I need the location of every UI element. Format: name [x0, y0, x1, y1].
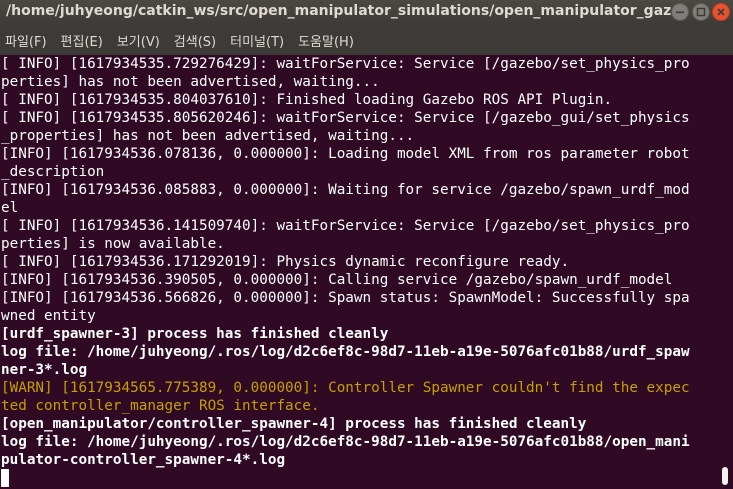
maximize-button[interactable]: [692, 3, 710, 21]
menu-edit[interactable]: 편집(E): [60, 31, 104, 50]
close-button[interactable]: [712, 3, 730, 21]
terminal-line: [INFO] [1617934536.390505, 0.000000]: Ca…: [1, 272, 673, 288]
terminal-line: [ INFO] [1617934536.171292019]: Physics …: [1, 254, 570, 270]
terminal-line: el: [1, 200, 19, 216]
terminal-line-process-finished: [open_manipulator/controller_spawner-4] …: [1, 416, 587, 432]
menu-search[interactable]: 검색(S): [173, 31, 217, 50]
minimize-icon: [676, 11, 684, 14]
scrollbar[interactable]: [718, 55, 733, 489]
scrollbar-thumb[interactable]: [722, 467, 728, 485]
title-bar[interactable]: /home/juhyeong/catkin_ws/src/open_manipu…: [0, 0, 733, 25]
terminal-line: [INFO] [1617934536.085883, 0.000000]: Wa…: [1, 182, 690, 198]
menu-terminal[interactable]: 터미널(T): [229, 31, 285, 50]
window-title: /home/juhyeong/catkin_ws/src/open_manipu…: [6, 3, 671, 19]
minimize-button[interactable]: [671, 3, 689, 21]
menu-help[interactable]: 도움말(H): [297, 31, 355, 50]
terminal-line: [ INFO] [1617934536.141509740]: waitForS…: [1, 218, 690, 234]
terminal-line: wned entity: [1, 308, 96, 324]
terminal-line: perties] has not been advertised, waitin…: [1, 74, 380, 90]
menu-view[interactable]: 보기(V): [116, 31, 161, 50]
terminal-line: _properties] has not been advertised, wa…: [1, 128, 415, 144]
terminal-line: [INFO] [1617934536.078136, 0.000000]: Lo…: [1, 146, 690, 162]
terminal-line-log-file: pulator-controller_spawner-4*.log: [1, 452, 286, 468]
terminal-line-warning: ted controller_manager ROS interface.: [1, 398, 320, 414]
terminal-line-process-finished: [urdf_spawner-3] process has finished cl…: [1, 326, 389, 342]
menu-file[interactable]: 파일(F): [4, 31, 48, 50]
maximize-icon: [696, 7, 706, 17]
terminal-line-log-file: ner-3*.log: [1, 362, 88, 378]
menu-bar: 파일(F) 편집(E) 보기(V) 검색(S) 터미널(T) 도움말(H): [0, 25, 733, 55]
close-icon: [717, 8, 725, 16]
terminal-line: [ INFO] [1617934535.804037610]: Finished…: [1, 92, 613, 108]
terminal-cursor: [1, 469, 9, 487]
terminal-line: perties] is now available.: [1, 236, 225, 252]
terminal-line: [INFO] [1617934536.566826, 0.000000]: Sp…: [1, 290, 690, 306]
terminal-line: [ INFO] [1617934535.729276429]: waitForS…: [1, 56, 690, 72]
terminal-line-warning: [WARN] [1617934565.775389, 0.000000]: Co…: [1, 380, 690, 396]
terminal-line: [ INFO] [1617934535.805620246]: waitForS…: [1, 110, 690, 126]
terminal-line: _description: [1, 164, 105, 180]
terminal-line-log-file: log file: /home/juhyeong/.ros/log/d2c6ef…: [1, 344, 690, 360]
terminal-line-log-file: log file: /home/juhyeong/.ros/log/d2c6ef…: [1, 434, 690, 450]
terminal-output[interactable]: [ INFO] [1617934535.729276429]: waitForS…: [0, 55, 718, 489]
